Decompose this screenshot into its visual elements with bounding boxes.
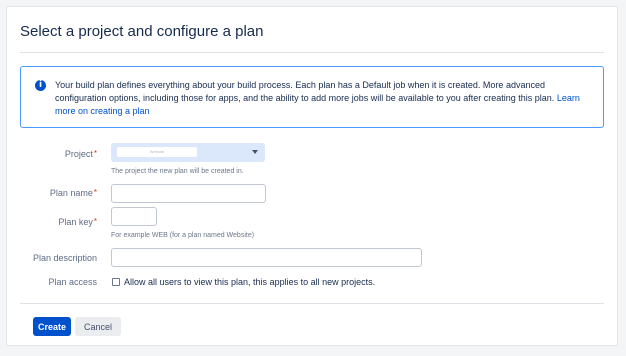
actions-divider bbox=[20, 303, 604, 304]
info-text: Your build plan defines everything about… bbox=[55, 79, 593, 118]
title-divider bbox=[20, 52, 604, 53]
plan-key-label: Plan key* bbox=[58, 217, 97, 227]
plan-access-label: Plan access bbox=[48, 277, 97, 287]
plan-access-checkbox[interactable] bbox=[112, 278, 120, 286]
create-plan-panel: Select a project and configure a plan i … bbox=[6, 6, 618, 346]
chevron-down-icon bbox=[252, 150, 258, 154]
plan-name-label: Plan name* bbox=[50, 188, 97, 198]
project-label: Project* bbox=[65, 149, 97, 159]
plan-key-help-text: For example WEB (for a plan named Websit… bbox=[111, 232, 255, 239]
page-title: Select a project and configure a plan bbox=[20, 23, 264, 40]
plan-name-label-text: Plan name bbox=[49, 188, 93, 198]
plan-name-required-mark: * bbox=[93, 188, 97, 197]
plan-key-required-mark: * bbox=[93, 217, 97, 226]
plan-key-input[interactable] bbox=[111, 207, 157, 226]
plan-access-label-text: Plan access bbox=[48, 277, 97, 287]
plan-description-label-text: Plan description bbox=[32, 253, 97, 263]
plan-description-input[interactable] bbox=[111, 248, 422, 267]
info-body: Your build plan defines everything about… bbox=[55, 80, 557, 103]
project-label-text: Project bbox=[64, 149, 93, 159]
project-select-value: Website bbox=[117, 147, 197, 157]
cancel-button[interactable]: Cancel bbox=[75, 317, 121, 336]
project-required-mark: * bbox=[93, 149, 97, 158]
project-help-text: The project the new plan will be created… bbox=[111, 168, 244, 175]
info-message: i Your build plan defines everything abo… bbox=[20, 66, 604, 128]
plan-access-checkbox-label[interactable]: Allow all users to view this plan, this … bbox=[124, 277, 375, 287]
plan-description-label: Plan description bbox=[33, 253, 97, 263]
project-select[interactable]: Website bbox=[111, 143, 265, 162]
create-button[interactable]: Create bbox=[33, 317, 71, 336]
info-icon: i bbox=[35, 80, 46, 91]
plan-key-label-text: Plan key bbox=[58, 217, 93, 227]
plan-name-input[interactable] bbox=[111, 184, 266, 203]
